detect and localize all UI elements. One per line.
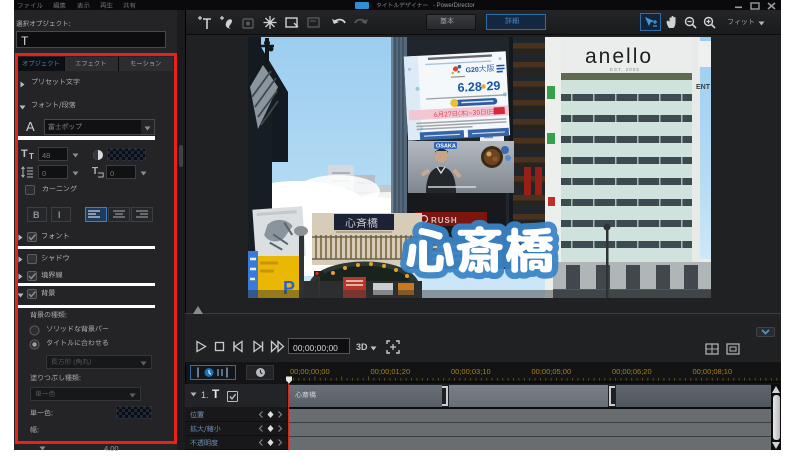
svg-text:29: 29 — [486, 79, 501, 94]
svg-text:ENT: ENT — [696, 84, 711, 91]
svg-text:EST. 2005: EST. 2005 — [610, 67, 640, 72]
svg-text:anello: anello — [585, 45, 653, 68]
svg-text:G20: G20 — [465, 67, 479, 75]
svg-text:OSAKA: OSAKA — [436, 144, 456, 150]
svg-text:6.28: 6.28 — [457, 80, 482, 95]
svg-text:RUSH: RUSH — [431, 216, 458, 225]
